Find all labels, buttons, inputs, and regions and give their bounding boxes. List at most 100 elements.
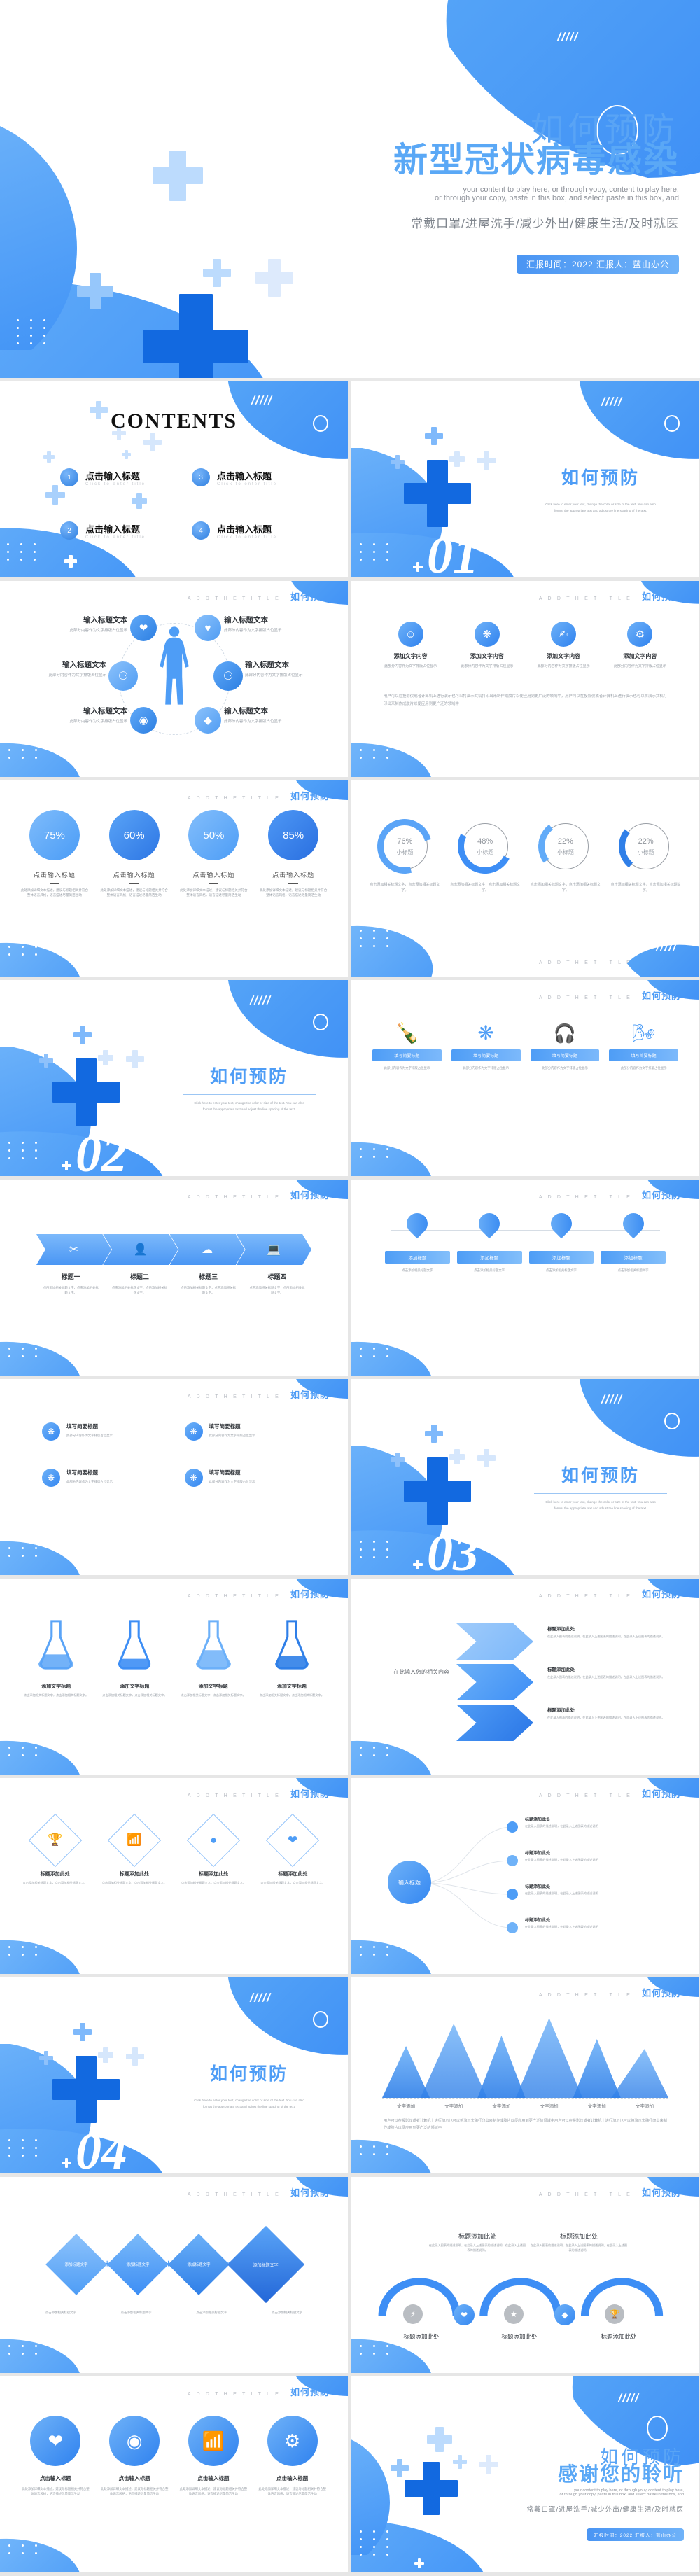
contents-item-sub: Click to enter title <box>85 482 146 486</box>
mindmap-center[interactable]: 输入标题 <box>388 1861 431 1904</box>
product-card[interactable]: ❋ 填写简要标题 此部分内容作为文字排版占位显示 <box>451 1016 521 1070</box>
big-circle-item[interactable]: 📶 点击输入标题 此处添加详细文本描述，建议与标题相关并符合整体语言风格，语言描… <box>179 2416 248 2496</box>
percent-item[interactable]: 60% 点击输入标题 此处添加详细文本描述，建议与标题相关并符合整体语言风格，语… <box>99 804 169 897</box>
icon-card[interactable]: ⚙ 添加文字内容 此部分内容作为文字排版占位显示 <box>606 622 674 669</box>
percent-item[interactable]: 50% 点击输入标题 此处添加详细文本描述，建议与标题相关并符合整体语言风格，语… <box>175 797 253 897</box>
diamond-icon[interactable]: ◆ <box>554 2304 575 2325</box>
cross-icon <box>153 150 203 201</box>
slide-donut-gauges[interactable]: A D D T H E T I T L E 如何预防 76% 小标题 点击添加相… <box>351 780 699 976</box>
slide-section-02[interactable]: 02 如何预防 Click here to enter your text, c… <box>0 980 348 1176</box>
slide-section-03[interactable]: 03 如何预防 Click here to enter your text, c… <box>351 1379 699 1575</box>
slide-percent-rings[interactable]: A D D T H E T I T L E 如何预防 75% 点击输入标题 此处… <box>0 780 348 976</box>
chevron-shape[interactable] <box>456 1704 533 1741</box>
mindmap-node-dot[interactable] <box>507 1889 518 1900</box>
diamond-item[interactable]: ❤ 标题添加此处 点击添加相关标题文字，点击添加相关标题文字。 <box>258 1813 328 1886</box>
contents-item[interactable]: 1 点击输入标题 Click to enter title <box>60 468 181 486</box>
pin-item[interactable]: 添加标题 点击添加相关标题文字 <box>385 1208 450 1273</box>
equation-diamond[interactable]: 添加标题文字 <box>168 2234 230 2295</box>
contents-item[interactable]: 4 点击输入标题 Click to enter title <box>192 522 312 540</box>
star-icon[interactable]: ★ <box>504 2304 524 2324</box>
cover-cn-line: 常戴口罩/进屋洗手/减少外出/健康生活/及时就医 <box>411 217 679 231</box>
quad-item[interactable]: ❋ 填写简要标题 此部分内容作为文字排版占位显示 <box>184 1422 307 1441</box>
user-icon[interactable]: 👤 <box>103 1234 178 1265</box>
mindmap-node-dot[interactable] <box>507 1922 518 1933</box>
virus-icon: ❋ <box>184 1422 203 1441</box>
slide-product-cards[interactable]: A D D T H E T I T L E 如何预防 🍾 填写简要标题 此部分内… <box>351 980 699 1176</box>
quad-item[interactable]: ❋ 填写简要标题 此部分内容作为文字排版占位显示 <box>42 1469 164 1487</box>
peak-chart <box>382 2014 668 2098</box>
donut-item[interactable]: 22% 小标题 点击添加相关标题文字，点击添加相关标题文字。 <box>610 816 681 893</box>
trophy-icon[interactable]: 🏆 <box>605 2304 624 2324</box>
mindmap-node-dot[interactable] <box>507 1855 518 1866</box>
contents-item[interactable]: 2 点击输入标题 Click to enter title <box>60 522 181 540</box>
slide-equation-diamonds[interactable]: A D D T H E T I T L E 如何预防 添加标题文字 + 添加标题… <box>0 2177 348 2373</box>
contents-item[interactable]: 3 点击输入标题 Click to enter title <box>192 468 312 486</box>
decor-dots <box>360 1148 393 1158</box>
slide-four-icon-cards[interactable]: A D D T H E T I T L E 如何预防 ☺ 添加文字内容 此部分内… <box>351 581 699 777</box>
slide-section-04[interactable]: 04 如何预防 Click here to enter your text, c… <box>0 1977 348 2174</box>
monitor-icon[interactable]: 💻 <box>236 1234 312 1265</box>
mindmap-node-dot[interactable] <box>507 1821 518 1833</box>
diamond-item[interactable]: 🏆 标题添加此处 点击添加相关标题文字，点击添加相关标题文字。 <box>20 1813 90 1886</box>
product-card[interactable]: 🎧 填写简要标题 此部分内容作为文字排版占位显示 <box>530 1016 600 1070</box>
slide-mindmap[interactable]: A D D T H E T I T L E 如何预防 输入标题 标题添加此处 在… <box>351 1778 699 1974</box>
equation-diamond[interactable]: 添加标题文字 <box>106 2234 169 2295</box>
percent-text: 此处添加详细文本描述，建议与标题相关并符合整体语言风格，语言描述尽量简洁生动 <box>180 888 248 897</box>
equation-result-diamond[interactable]: 添加标题文字 <box>227 2225 304 2304</box>
percent-item[interactable]: 75% 点击输入标题 此处添加详细文本描述，建议与标题相关并符合整体语言风格，语… <box>15 795 94 897</box>
product-card[interactable]: 🌬 填写简要标题 此部分内容作为文字排版占位显示 <box>609 1016 678 1070</box>
bolt-icon[interactable]: ⚡ <box>403 2304 423 2324</box>
flask-item[interactable]: 添加文字标题 点击添加相关标题文字，点击添加相关标题文字。 <box>178 1615 248 1698</box>
chevron-shape[interactable] <box>456 1623 533 1660</box>
wave-top-label: 标题添加此处 在此录入图表的描述说明，在此录入上述图表的描述说明，在此录入上述图… <box>428 2232 526 2253</box>
slide-chevron-panels[interactable]: A D D T H E T I T L E 如何预防 在此输入您的相关内容 标题… <box>351 1578 699 1774</box>
pin-item[interactable]: 添加标题 点击添加相关标题文字 <box>601 1208 666 1273</box>
donut-item[interactable]: 76% 小标题 点击添加相关标题文字，点击添加相关标题文字。 <box>368 808 442 893</box>
big-circle-item[interactable]: ⚙ 点击输入标题 此处添加详细文本描述，建议与标题相关并符合整体语言风格，语言描… <box>258 2416 327 2496</box>
percent-item[interactable]: 85% 点击输入标题 此处添加详细文本描述，建议与标题相关并符合整体语言风格，语… <box>257 799 330 897</box>
contents-item-sub: Click to enter title <box>217 482 278 486</box>
slide-wave-process[interactable]: A D D T H E T I T L E 如何预防 标题添加此处 在此录入图表… <box>351 2177 699 2373</box>
quad-item[interactable]: ❋ 填写简要标题 此部分内容作为文字排版占位显示 <box>184 1469 307 1487</box>
percent-value: 60% <box>123 829 145 841</box>
pin-item[interactable]: 添加标题 点击添加相关标题文字 <box>528 1208 594 1273</box>
diamond-item[interactable]: 📶 标题添加此处 点击添加相关标题文字，点击添加相关标题文字。 <box>99 1813 169 1886</box>
decor-dots <box>8 1746 41 1756</box>
slide-quad-list[interactable]: A D D T H E T I T L E 如何预防 ❋ 填写简要标题 此部分内… <box>0 1379 348 1575</box>
slide-arrow-tabs[interactable]: A D D T H E T I T L E 如何预防 ✂ 👤 ☁ 💻 标题一 点… <box>0 1180 348 1376</box>
slide-human-body[interactable]: A D D T H E T I T L E 如何预防 ❤ ♥ ⚆ ⚆ ◉ ◆ 输… <box>0 581 348 777</box>
chevron-shape[interactable] <box>456 1664 533 1700</box>
slide-peak-chart[interactable]: A D D T H E T I T L E 如何预防 文字添加 文字添加 文字添… <box>351 1977 699 2174</box>
quad-item[interactable]: ❋ 填写简要标题 此部分内容作为文字排版占位显示 <box>42 1422 164 1441</box>
donut-item[interactable]: 48% 小标题 点击添加相关标题文字，点击添加相关标题文字。 <box>450 811 521 893</box>
slide-flasks[interactable]: A D D T H E T I T L E 如何预防 添加文字标题 点击添加相关… <box>0 1578 348 1774</box>
slide-cover[interactable]: 如何预防 新型冠状病毒感染 your content to play here,… <box>0 0 700 378</box>
flask-item[interactable]: 添加文字标题 点击添加相关标题文字，点击添加相关标题文字。 <box>99 1615 169 1698</box>
cloud-icon[interactable]: ☁ <box>169 1234 245 1265</box>
slide-diamond-icons[interactable]: A D D T H E T I T L E 如何预防 🏆 标题添加此处 点击添加… <box>0 1778 348 1974</box>
big-circle-item[interactable]: ◉ 点击输入标题 此处添加详细文本描述，建议与标题相关并符合整体语言风格，语言描… <box>100 2416 169 2496</box>
equation-diamond[interactable]: 添加标题文字 <box>46 2234 108 2295</box>
big-circle-item[interactable]: ❤ 点击输入标题 此处添加详细文本描述，建议与标题相关并符合整体语言风格，语言描… <box>21 2416 90 2496</box>
pin-item[interactable]: 添加标题 点击添加相关标题文字 <box>456 1208 522 1273</box>
slide-pins-timeline[interactable]: A D D T H E T I T L E 如何预防 添加标题 点击添加相关标题… <box>351 1180 699 1376</box>
diamond-item[interactable]: ● 标题添加此处 点击添加相关标题文字，点击添加相关标题文字。 <box>178 1813 249 1886</box>
product-card[interactable]: 🍾 填写简要标题 此部分内容作为文字排版占位显示 <box>372 1016 442 1070</box>
donut-item[interactable]: 22% 小标题 点击添加相关标题文字，点击添加相关标题文字。 <box>531 815 601 893</box>
slide-section-01[interactable]: 01 如何预防 Click here to enter your text, c… <box>351 382 699 578</box>
scissors-icon[interactable]: ✂ <box>36 1234 112 1265</box>
wave-top-label: 标题添加此处 在此录入图表的描述说明，在此录入上述图表的描述说明，在此录入上述图… <box>530 2232 628 2253</box>
cross-icon <box>404 460 471 527</box>
slide-thanks[interactable]: 如何预防 感谢您的聆听 your content to play here, o… <box>351 2376 699 2572</box>
flask-item[interactable]: 添加文字标题 点击添加相关标题文字，点击添加相关标题文字。 <box>21 1615 91 1698</box>
header-eng: A D D T H E T I T L E <box>187 796 281 801</box>
icon-card[interactable]: ✍ 添加文字内容 此部分内容作为文字排版占位显示 <box>530 622 598 669</box>
icon-card[interactable]: ❋ 添加文字内容 此部分内容作为文字排版占位显示 <box>453 622 521 669</box>
slide-big-circles[interactable]: A D D T H E T I T L E 如何预防 ❤ 点击输入标题 此处添加… <box>0 2376 348 2572</box>
percent-value: 50% <box>203 829 225 841</box>
heart-icon[interactable]: ❤ <box>454 2304 475 2325</box>
flask-item[interactable]: 添加文字标题 点击添加相关标题文字，点击添加相关标题文字。 <box>257 1615 327 1698</box>
quad-text: 此部分内容作为文字排版占位显示 <box>66 1434 113 1437</box>
slide-contents[interactable]: CONTENTS 1 点击输入标题 Click to enter title 3… <box>0 382 348 578</box>
icon-card[interactable]: ☺ 添加文字内容 此部分内容作为文字排版占位显示 <box>377 622 444 669</box>
